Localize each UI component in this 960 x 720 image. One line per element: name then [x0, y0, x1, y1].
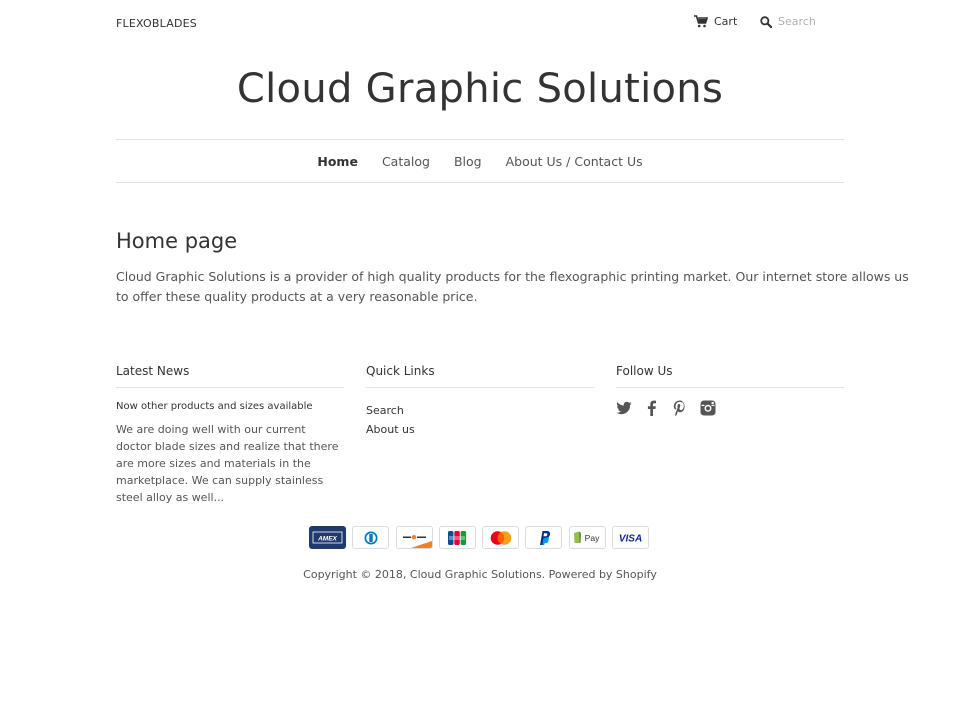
- paypal-icon: [525, 526, 563, 549]
- nav-item-catalog[interactable]: Catalog: [382, 154, 430, 169]
- quick-link-about-us[interactable]: About us: [366, 423, 415, 436]
- search-icon[interactable]: [760, 15, 772, 28]
- footer-follow-us: Follow Us: [616, 364, 844, 417]
- amex-icon: AMEX: [309, 526, 346, 549]
- list-item: Search: [366, 401, 594, 420]
- page-title: Home page: [116, 229, 238, 253]
- amex-label: AMEX: [317, 536, 337, 543]
- brand-link[interactable]: FLEXOBLADES: [116, 17, 197, 30]
- quick-links-list: Search About us: [366, 401, 594, 439]
- payment-icons: AMEX Pay VISA: [309, 526, 650, 549]
- top-bar: FLEXOBLADES Cart: [116, 0, 848, 48]
- search-input[interactable]: [778, 15, 848, 28]
- follow-us-heading: Follow Us: [616, 364, 844, 388]
- news-article-excerpt: We are doing well with our current docto…: [116, 423, 339, 504]
- shopify-pay-icon: Pay: [568, 526, 606, 549]
- visa-icon: VISA: [612, 526, 650, 549]
- cart-icon: [694, 15, 708, 28]
- facebook-icon[interactable]: [644, 400, 660, 416]
- twitter-icon[interactable]: [616, 400, 632, 416]
- footer-quick-links: Quick Links Search About us: [366, 364, 594, 439]
- pinterest-icon[interactable]: [672, 400, 688, 417]
- nav-item-about-contact[interactable]: About Us / Contact Us: [506, 154, 643, 169]
- discover-icon: [395, 526, 433, 549]
- main-nav: Home Catalog Blog About Us / Contact Us: [116, 139, 844, 183]
- shopify-pay-label: Pay: [584, 533, 599, 543]
- nav-item-blog[interactable]: Blog: [454, 154, 482, 169]
- jcb-icon: [438, 526, 476, 549]
- mastercard-icon: [482, 526, 520, 549]
- nav-item-home[interactable]: Home: [317, 154, 358, 169]
- search-form: [760, 15, 848, 28]
- social-links: [616, 400, 844, 417]
- diners-club-icon: [352, 526, 390, 549]
- quick-link-search[interactable]: Search: [366, 404, 404, 417]
- latest-news-heading: Latest News: [116, 364, 344, 388]
- copyright-text: Copyright © 2018, Cloud Graphic Solution…: [303, 568, 657, 581]
- page-body-text: Cloud Graphic Solutions is a provider of…: [116, 269, 909, 304]
- footer-latest-news: Latest News Now other products and sizes…: [116, 364, 344, 506]
- quick-links-heading: Quick Links: [366, 364, 594, 388]
- site-title[interactable]: Cloud Graphic Solutions: [0, 66, 960, 112]
- list-item: About us: [366, 420, 594, 439]
- news-article-title[interactable]: Now other products and sizes available: [116, 401, 344, 412]
- instagram-icon[interactable]: [700, 400, 716, 416]
- cart-link[interactable]: Cart: [694, 15, 737, 28]
- visa-label: VISA: [619, 534, 642, 545]
- cart-label: Cart: [714, 15, 738, 28]
